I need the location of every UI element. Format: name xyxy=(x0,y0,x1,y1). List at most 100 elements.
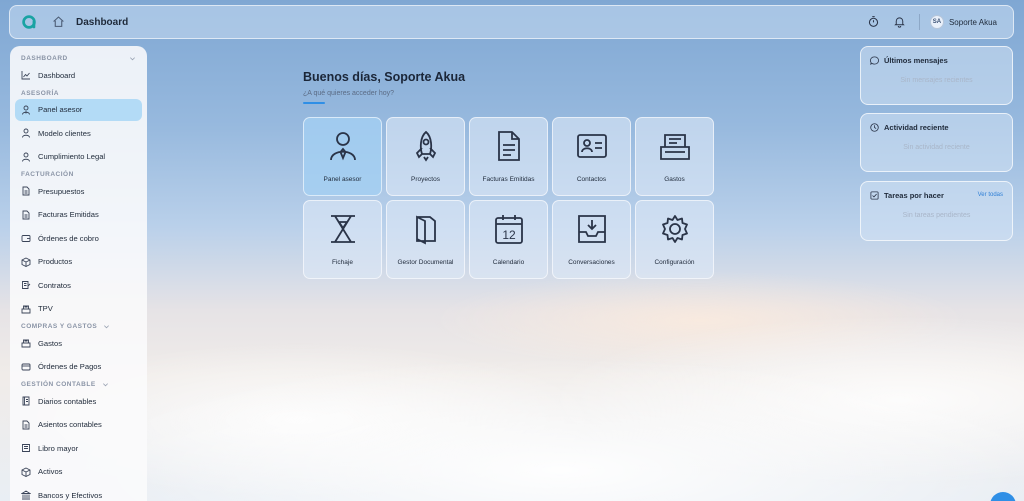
user-icon xyxy=(21,152,31,162)
document-icon xyxy=(21,420,31,430)
sidebar-item-gastos[interactable]: Gastos xyxy=(15,332,142,354)
top-bar: Dashboard SA Soporte Akua xyxy=(9,5,1014,39)
advisor-icon xyxy=(327,130,359,162)
tile-facturas-emitidas[interactable]: Facturas Emitidas xyxy=(469,117,548,196)
sidebar-item-facturas-emitidas[interactable]: Facturas Emitidas xyxy=(15,204,142,226)
tile-gestor-documental[interactable]: Gestor Documental xyxy=(386,200,465,279)
sidebar-section-asesoria[interactable]: ASESORÍA xyxy=(10,88,147,99)
tile-fichaje[interactable]: Fichaje xyxy=(303,200,382,279)
tile-conversaciones[interactable]: Conversaciones xyxy=(552,200,631,279)
folder-icon xyxy=(410,213,442,245)
sidebar-item-label: Presupuestos xyxy=(38,186,85,196)
timer-icon[interactable] xyxy=(867,15,881,29)
chart-line-icon xyxy=(21,70,31,80)
bell-icon[interactable] xyxy=(893,15,907,29)
tile-label: Facturas Emitidas xyxy=(482,176,535,183)
tile-label: Configuración xyxy=(654,259,695,266)
sidebar-item-modelo-clientes[interactable]: Modelo clientes xyxy=(15,122,142,144)
inbox-icon xyxy=(576,213,608,245)
tile-label: Calendario xyxy=(492,259,525,266)
sidebar-item-productos[interactable]: Productos xyxy=(15,251,142,273)
document-icon xyxy=(21,210,31,220)
checkbox-icon xyxy=(870,190,879,200)
sidebar-item-label: Productos xyxy=(38,257,73,266)
user-icon xyxy=(21,128,31,138)
tile-label: Conversaciones xyxy=(568,259,615,266)
contact-card-icon xyxy=(576,130,608,162)
tile-label: Fichaje xyxy=(332,259,353,266)
sidebar-item-label: Facturas Emitidas xyxy=(38,210,99,219)
sidebar-item-dashboard[interactable]: Dashboard xyxy=(15,64,142,86)
chat-bubble-icon xyxy=(870,55,879,65)
messages-panel: Últimos mensajes Sin mensajes recientes xyxy=(860,46,1013,105)
document-icon xyxy=(21,186,31,196)
chevron-down-icon[interactable] xyxy=(129,55,136,62)
sidebar-item-label: Diarios contables xyxy=(38,396,97,406)
tile-configuracion[interactable]: Configuración xyxy=(635,200,714,279)
sidebar-item-label: Panel asesor xyxy=(38,105,83,114)
empty-state-text: Sin tareas pendientes xyxy=(902,212,971,219)
sidebar-item-bancos-y-efectivos[interactable]: Bancos y Efectivos xyxy=(15,484,142,501)
sidebar-item-ordenes-de-pagos[interactable]: Órdenes de Pagos xyxy=(15,356,142,378)
sidebar-item-ordenes-de-cobro[interactable]: Órdenes de cobro xyxy=(15,227,142,249)
sidebar-item-presupuestos[interactable]: Presupuestos xyxy=(15,180,142,202)
divider xyxy=(918,14,920,30)
panel-title: Tareas por hacer xyxy=(884,190,944,200)
sidebar-item-label: Gastos xyxy=(38,338,63,348)
tile-label: Proyectos xyxy=(411,176,440,183)
chevron-down-icon[interactable] xyxy=(103,323,110,330)
card-icon xyxy=(21,362,31,372)
box-icon xyxy=(21,256,31,267)
sidebar-section-compras-y-gastos[interactable]: COMPRAS Y GASTOS xyxy=(10,321,147,332)
calendar-icon: 12 xyxy=(493,213,525,245)
tile-calendario[interactable]: 12 Calendario xyxy=(469,200,548,279)
sidebar-item-tpv[interactable]: TPV xyxy=(15,298,142,320)
sidebar-item-label: Activos xyxy=(38,467,63,476)
chat-launcher-button[interactable] xyxy=(990,492,1016,501)
tile-proyectos[interactable]: Proyectos xyxy=(386,117,465,196)
title-underline xyxy=(303,102,325,104)
page-title: Buenos días, Soporte Akua xyxy=(303,70,466,84)
register-icon xyxy=(659,130,691,162)
breadcrumb[interactable]: Dashboard xyxy=(76,17,128,28)
clock-icon xyxy=(870,122,879,132)
panel-title: Últimos mensajes xyxy=(884,55,948,65)
sidebar-item-label: Órdenes de Pagos xyxy=(38,362,102,371)
svg-text:12: 12 xyxy=(502,228,516,242)
sidebar-item-cumplimiento-legal[interactable]: Cumplimiento Legal xyxy=(15,146,142,168)
tile-label: Gastos xyxy=(664,176,685,183)
home-icon[interactable] xyxy=(52,15,66,29)
page-subtitle: ¿A qué quieres acceder hoy? xyxy=(303,90,395,97)
sidebar-item-libro-mayor[interactable]: Libro mayor xyxy=(15,437,142,459)
sidebar-item-label: Asientos contables xyxy=(38,420,102,429)
rocket-icon xyxy=(410,130,442,162)
user-name[interactable]: Soporte Akua xyxy=(949,18,997,27)
sidebar-item-label: Dashboard xyxy=(38,70,76,80)
tile-gastos[interactable]: Gastos xyxy=(635,117,714,196)
chevron-down-icon[interactable] xyxy=(102,381,109,388)
sidebar-item-asientos-contables[interactable]: Asientos contables xyxy=(15,414,142,436)
sidebar-section-dashboard[interactable]: DASHBOARD xyxy=(10,53,147,64)
sidebar-item-diarios-contables[interactable]: Diarios contables xyxy=(15,390,142,412)
sidebar-item-label: Cumplimiento Legal xyxy=(38,152,106,161)
sidebar-section-gestion-contable[interactable]: GESTIÓN CONTABLE xyxy=(10,379,147,390)
contract-icon xyxy=(21,280,31,290)
tasks-panel: Tareas por hacer Ver todas Sin tareas pe… xyxy=(860,181,1013,241)
sidebar-item-label: Bancos y Efectivos xyxy=(38,490,103,500)
akua-logo-icon[interactable] xyxy=(18,11,40,33)
sidebar-item-panel-asesor[interactable]: Panel asesor xyxy=(15,98,142,121)
sidebar-item-contratos[interactable]: Contratos xyxy=(15,274,142,296)
sidebar-section-facturacion[interactable]: FACTURACIÓN xyxy=(10,169,147,180)
wallet-icon xyxy=(21,233,31,243)
quick-access-grid: Panel asesor Proyectos Facturas Emitidas… xyxy=(303,117,714,279)
empty-state-text: Sin actividad reciente xyxy=(903,144,970,151)
register-icon xyxy=(21,304,31,314)
tile-contactos[interactable]: Contactos xyxy=(552,117,631,196)
avatar[interactable]: SA xyxy=(929,15,944,29)
sidebar-item-label: Libro mayor xyxy=(38,443,79,453)
tile-label: Contactos xyxy=(576,176,607,183)
view-all-link[interactable]: Ver todas xyxy=(978,192,1003,198)
sidebar-item-activos[interactable]: Activos xyxy=(15,461,142,483)
register-icon xyxy=(21,338,31,348)
tile-panel-asesor[interactable]: Panel asesor xyxy=(303,117,382,196)
